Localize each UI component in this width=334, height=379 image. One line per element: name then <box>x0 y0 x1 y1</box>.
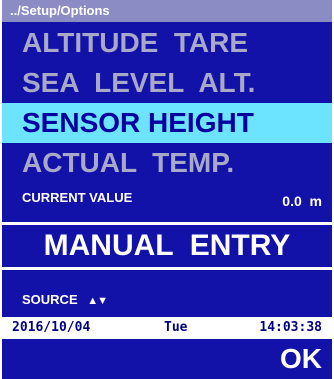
current-value-readout: 0.0 m <box>282 193 322 209</box>
source-selector[interactable]: SOURCE ▲▼ <box>22 292 108 307</box>
menu-item-sensor-height[interactable]: SENSOR HEIGHT <box>2 103 332 143</box>
manual-entry-button[interactable]: MANUAL ENTRY <box>2 222 332 270</box>
menu-item-sea-level-alt[interactable]: SEA LEVEL ALT. <box>2 63 332 103</box>
ok-button[interactable]: OK <box>280 342 322 376</box>
up-down-arrows-icon: ▲▼ <box>87 295 108 307</box>
status-date: 2016/10/04 <box>12 320 91 335</box>
device-screen: ../Setup/Options ALTITUDE TARE SEA LEVEL… <box>2 0 332 379</box>
status-day: Tue <box>164 320 188 335</box>
source-label: SOURCE <box>22 292 78 307</box>
breadcrumb: ../Setup/Options <box>2 0 332 22</box>
menu-item-actual-temp[interactable]: ACTUAL TEMP. <box>2 143 332 183</box>
status-time: 14:03:38 <box>259 320 322 335</box>
current-value-label: CURRENT VALUE <box>22 190 133 205</box>
menu-item-altitude-tare[interactable]: ALTITUDE TARE <box>2 23 332 63</box>
status-bar: 2016/10/04 Tue 14:03:38 <box>2 317 332 339</box>
